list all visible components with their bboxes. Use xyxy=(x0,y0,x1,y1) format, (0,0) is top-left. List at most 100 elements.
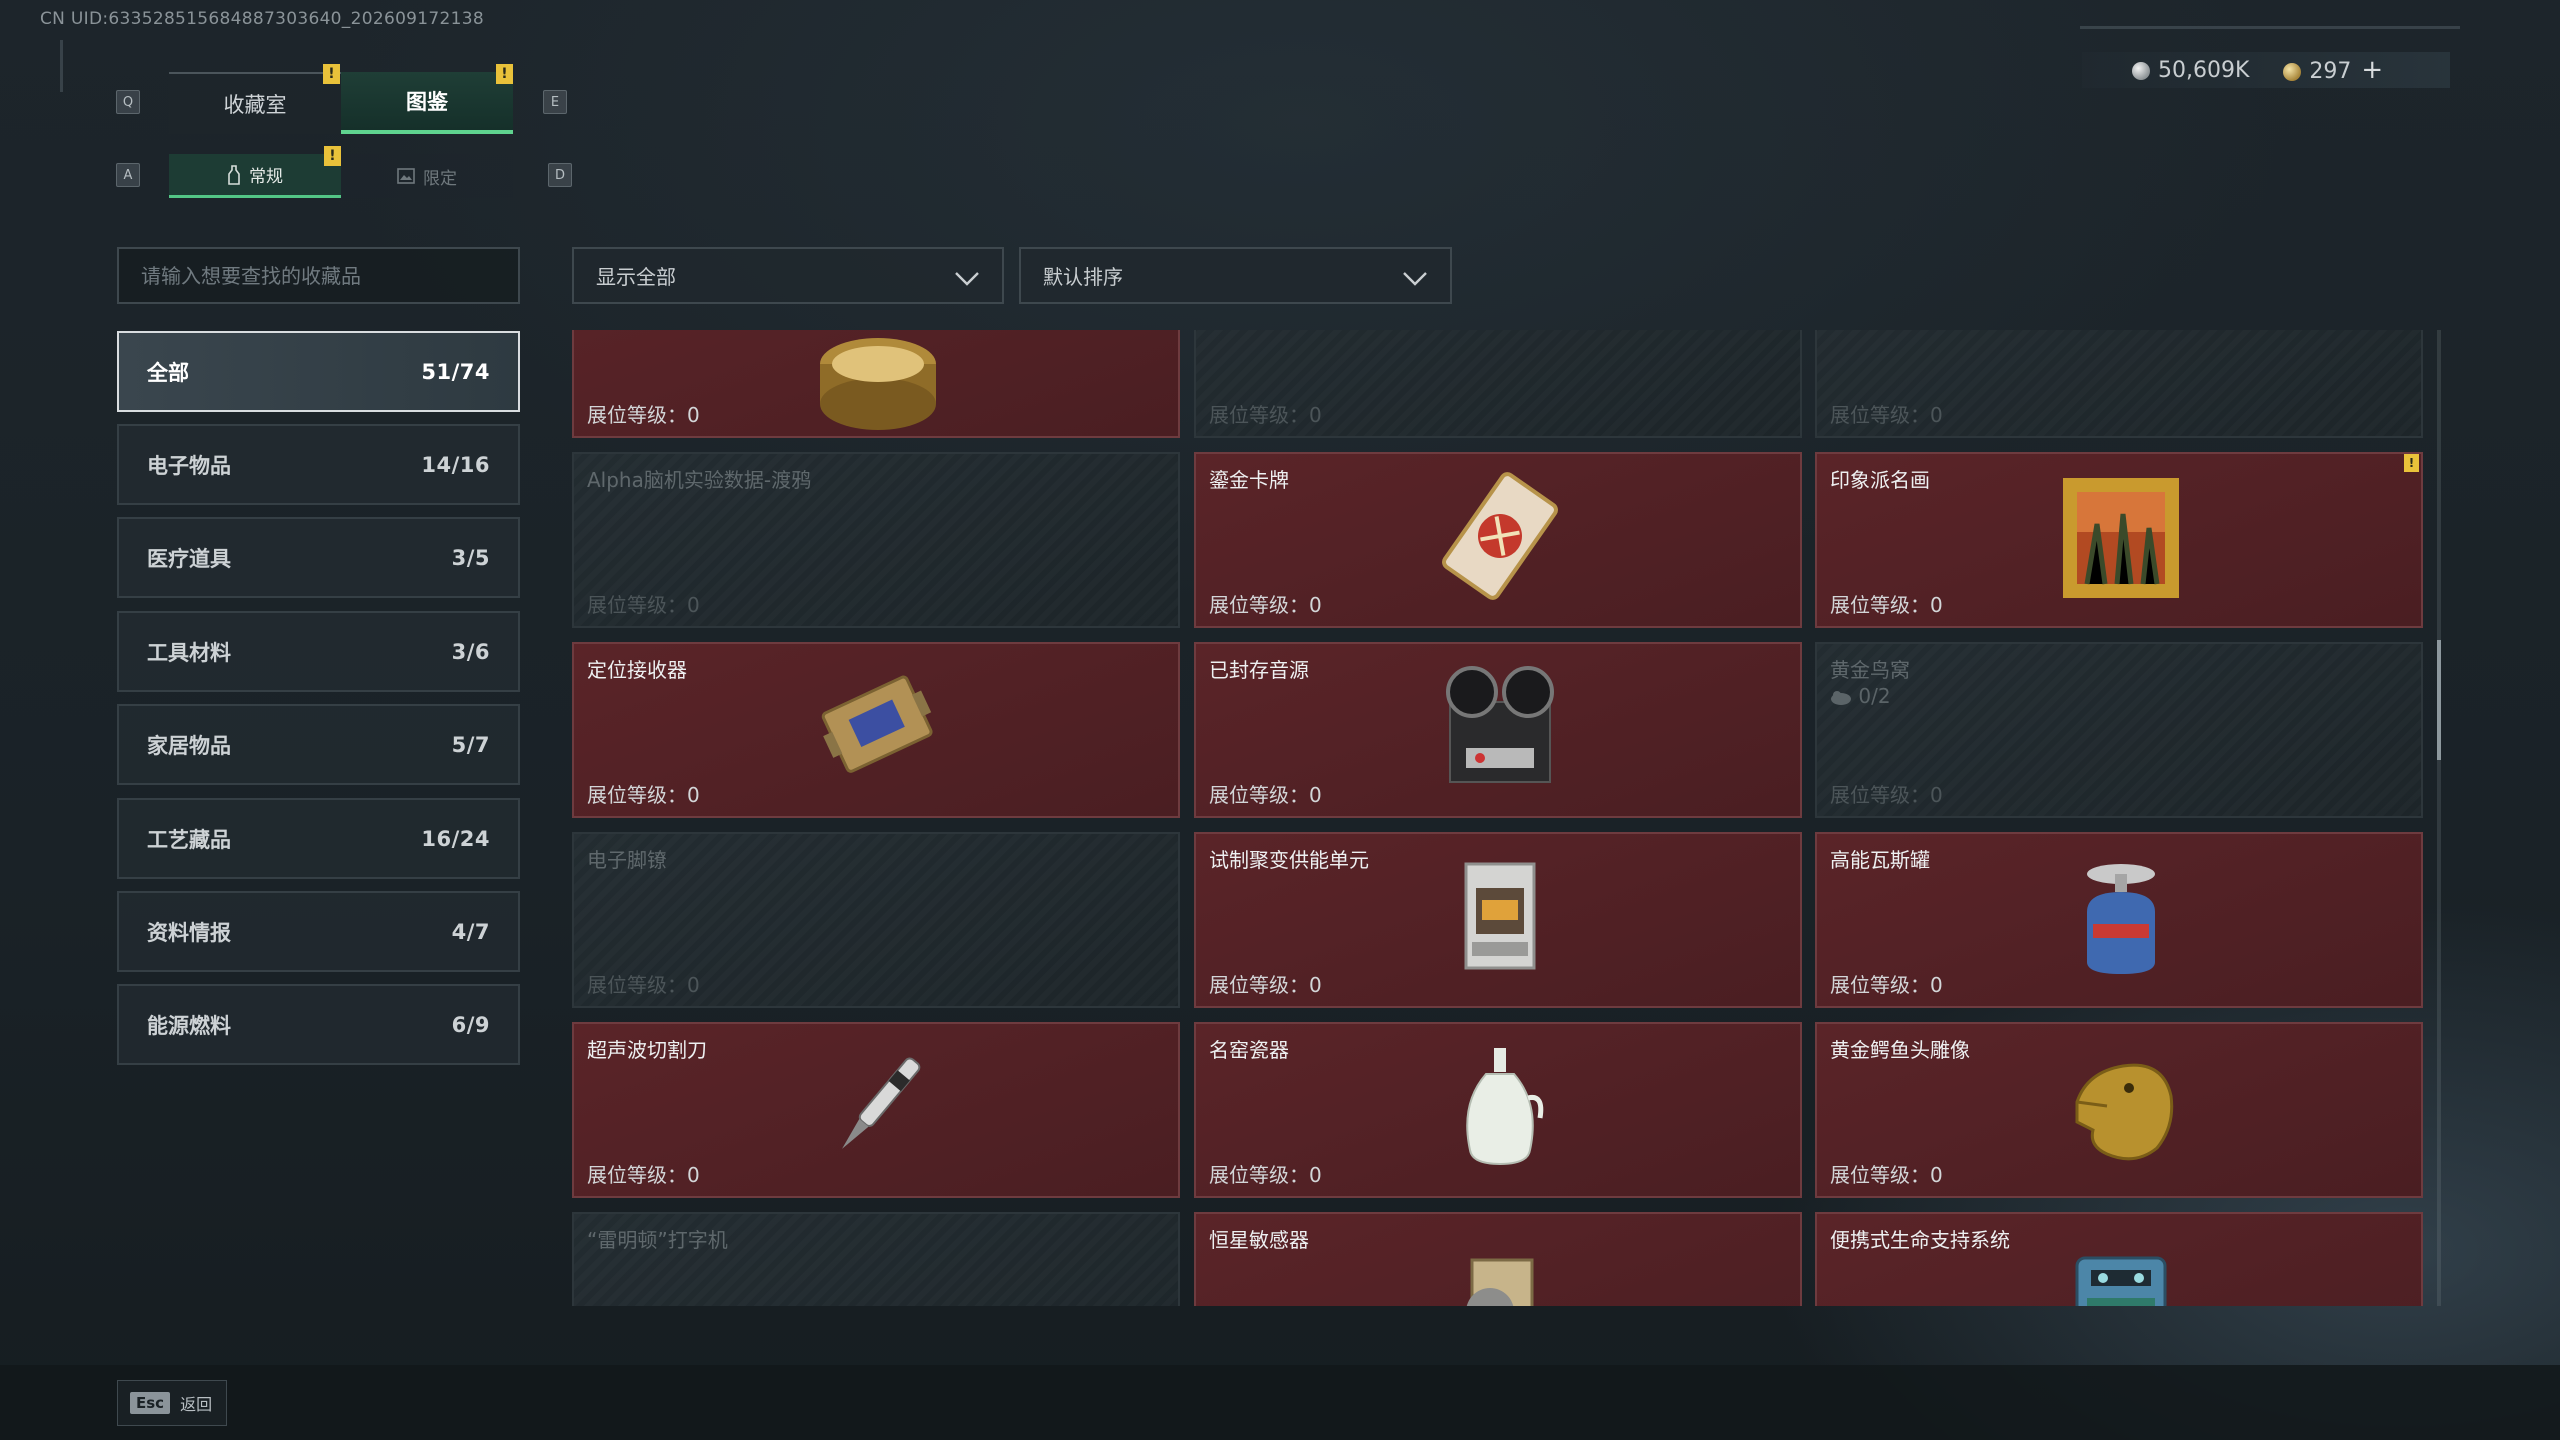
collection-card[interactable]: 定位接收器 展位等级：0 xyxy=(572,642,1180,818)
category-label: 家居物品 xyxy=(147,733,231,758)
category-label: 资料情报 xyxy=(147,920,231,945)
category-label: 全部 xyxy=(147,360,189,385)
subtab-label: 常规 xyxy=(249,167,283,187)
e-key-hint[interactable]: E xyxy=(543,90,567,114)
category-electronics[interactable]: 电子物品 14/16 xyxy=(117,424,520,505)
display-level: 展位等级：0 xyxy=(1209,973,1322,997)
search-input[interactable] xyxy=(117,247,520,304)
chevron-down-icon xyxy=(955,272,979,286)
currency-bar: 50,609K 297 + xyxy=(2082,52,2450,88)
category-tools[interactable]: 工具材料 3/6 xyxy=(117,611,520,692)
display-level: 展位等级：0 xyxy=(1830,783,1943,807)
collection-card[interactable]: 展位等级：0 xyxy=(1815,330,2423,438)
display-level: 展位等级：0 xyxy=(1209,1163,1322,1187)
display-level: 展位等级：0 xyxy=(587,593,700,617)
category-fuel[interactable]: 能源燃料 6/9 xyxy=(117,984,520,1065)
gold-amount: 297 xyxy=(2309,59,2352,84)
bottom-bar xyxy=(0,1365,2560,1440)
notification-icon: ! xyxy=(2404,454,2419,472)
star-sensor-icon xyxy=(1466,1258,1534,1306)
category-count: 16/24 xyxy=(421,826,490,851)
back-button[interactable]: Esc 返回 xyxy=(117,1380,227,1426)
collection-card[interactable]: 已封存音源 展位等级：0 xyxy=(1194,642,1802,818)
nest-icon xyxy=(1831,691,1851,705)
display-level: 展位等级：0 xyxy=(587,1163,700,1187)
item-name: 便携式生命支持系统 xyxy=(1830,1228,2010,1252)
category-label: 能源燃料 xyxy=(147,1013,231,1038)
silver-amount: 50,609K xyxy=(2158,57,2250,83)
item-name: 鎏金卡牌 xyxy=(1209,468,1289,492)
scrollbar-thumb[interactable] xyxy=(2437,640,2441,760)
collection-card[interactable]: 黄金鳄鱼头雕像 展位等级：0 xyxy=(1815,1022,2423,1198)
collection-card[interactable]: Alpha脑机实验数据-渡鸦 展位等级：0 xyxy=(572,452,1180,628)
collection-card[interactable]: 名窑瓷器 展位等级：0 xyxy=(1194,1022,1802,1198)
tab-codex[interactable]: 图鉴 xyxy=(341,72,513,134)
q-key-hint[interactable]: Q xyxy=(116,90,140,114)
subtab-label: 限定 xyxy=(423,168,457,189)
life-support-icon xyxy=(2075,1256,2167,1306)
category-label: 工艺藏品 xyxy=(147,827,231,852)
display-level: 展位等级：0 xyxy=(587,783,700,807)
category-count: 14/16 xyxy=(421,452,490,477)
collection-card[interactable]: 黄金鸟窝 0/2 展位等级：0 xyxy=(1815,642,2423,818)
collection-card[interactable]: 恒星敏感器 xyxy=(1194,1212,1802,1306)
reel-recorder-icon xyxy=(1446,666,1554,783)
gilded-card-icon xyxy=(1442,472,1558,600)
deco-line xyxy=(60,40,63,92)
collection-card[interactable]: 展位等级：0 xyxy=(1194,330,1802,438)
a-key-hint[interactable]: A xyxy=(116,163,140,187)
category-intel[interactable]: 资料情报 4/7 xyxy=(117,891,520,972)
esc-key-hint: Esc xyxy=(130,1392,171,1414)
notification-icon: ! xyxy=(323,64,340,84)
subtab-limited[interactable]: 限定 xyxy=(341,154,513,198)
add-currency-button[interactable]: + xyxy=(2361,55,2383,85)
item-name: 电子脚镣 xyxy=(587,848,667,872)
tab-collection-room[interactable]: 收藏室 xyxy=(169,72,341,134)
display-level: 展位等级：0 xyxy=(587,973,700,997)
category-count: 3/5 xyxy=(451,545,490,570)
category-medical[interactable]: 医疗道具 3/5 xyxy=(117,517,520,598)
notification-icon: ! xyxy=(496,64,513,84)
item-name: 印象派名画 xyxy=(1830,468,1930,492)
porcelain-vase-icon xyxy=(1466,1048,1544,1166)
category-crafts[interactable]: 工艺藏品 16/24 xyxy=(117,798,520,879)
sort-dropdown[interactable]: 默认排序 xyxy=(1019,247,1452,304)
uid-text: CN UID:633528515684887303640_20260917213… xyxy=(40,9,484,29)
collection-card[interactable]: 高能瓦斯罐 展位等级：0 xyxy=(1815,832,2423,1008)
category-count: 6/9 xyxy=(451,1012,490,1037)
display-level: 展位等级：0 xyxy=(1830,403,1943,427)
item-name: “雷明顿”打字机 xyxy=(587,1228,728,1252)
collection-card[interactable]: 鎏金卡牌 展位等级：0 xyxy=(1194,452,1802,628)
bottle-icon xyxy=(228,164,240,185)
display-level: 展位等级：0 xyxy=(1209,783,1322,807)
tab-label: 收藏室 xyxy=(223,93,287,117)
display-level: 展位等级：0 xyxy=(1830,1163,1943,1187)
item-name: 黄金鸟窝 xyxy=(1830,658,1910,682)
item-name: 恒星敏感器 xyxy=(1209,1228,1309,1252)
ultrasonic-knife-icon xyxy=(842,1057,921,1149)
filter-dropdown[interactable]: 显示全部 xyxy=(572,247,1004,304)
display-level: 展位等级：0 xyxy=(1209,403,1322,427)
category-count: 51/74 xyxy=(421,359,490,384)
gold-currency[interactable]: 297 + xyxy=(2283,55,2383,85)
back-label: 返回 xyxy=(180,1395,213,1414)
collection-card[interactable]: 印象派名画 ! 展位等级：0 xyxy=(1815,452,2423,628)
item-name: 超声波切割刀 xyxy=(587,1038,707,1062)
category-all[interactable]: 全部 51/74 xyxy=(117,331,520,412)
item-name: 定位接收器 xyxy=(587,658,687,682)
subtab-normal[interactable]: 常规 xyxy=(169,154,341,198)
collection-card[interactable]: 展位等级：0 xyxy=(572,330,1180,438)
receiver-icon xyxy=(821,675,933,773)
collection-card[interactable]: “雷明顿”打字机 xyxy=(572,1212,1180,1306)
d-key-hint[interactable]: D xyxy=(548,163,572,187)
display-level: 展位等级：0 xyxy=(1830,593,1943,617)
collection-card[interactable]: 试制聚变供能单元 展位等级：0 xyxy=(1194,832,1802,1008)
filter-value: 显示全部 xyxy=(596,265,676,289)
collection-card[interactable]: 便携式生命支持系统 xyxy=(1815,1212,2423,1306)
progress-value: 0/2 xyxy=(1858,684,1891,708)
collection-card[interactable]: 超声波切割刀 展位等级：0 xyxy=(572,1022,1180,1198)
progress-count: 0/2 xyxy=(1830,684,1891,708)
scrollbar-track[interactable] xyxy=(2437,330,2441,1306)
category-household[interactable]: 家居物品 5/7 xyxy=(117,704,520,785)
collection-card[interactable]: 电子脚镣 展位等级：0 xyxy=(572,832,1180,1008)
